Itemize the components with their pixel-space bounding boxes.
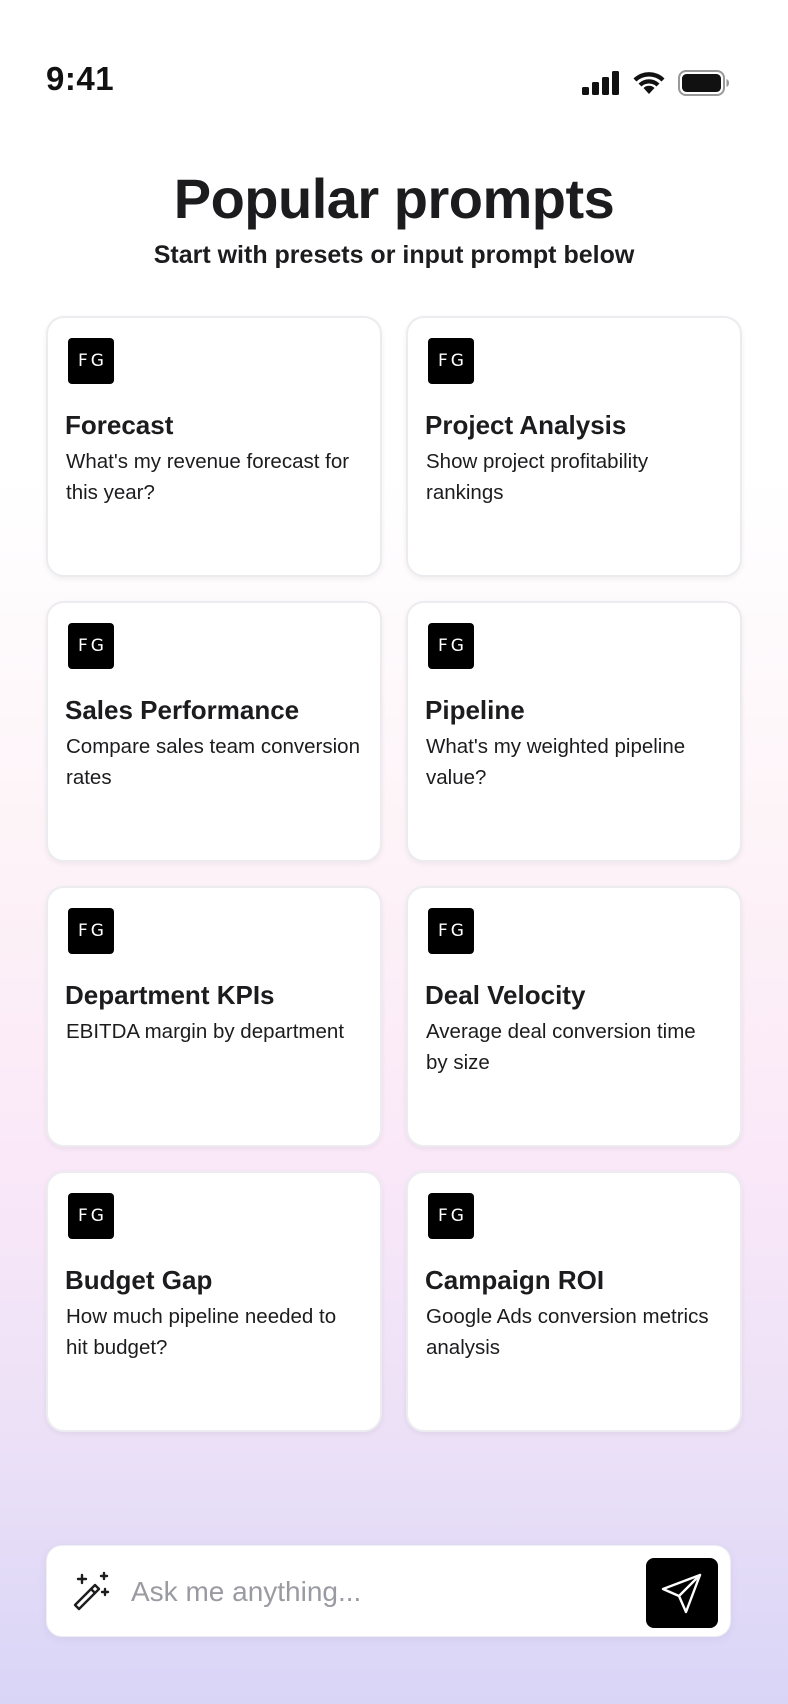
fg-logo-icon: FG [68,623,114,669]
prompt-grid: FG Forecast What's my revenue forecast f… [46,316,743,1432]
page-title: Popular prompts [173,167,615,230]
prompt-input[interactable] [131,1568,581,1616]
page-subtitle: Start with presets or input prompt below [153,241,635,269]
cellular-signal-icon [582,71,619,95]
prompt-title: Project Analysis [425,410,627,440]
fg-logo-icon: FG [428,1193,474,1239]
prompt-card-forecast[interactable]: FG Forecast What's my revenue forecast f… [46,316,382,577]
prompt-card-department-kpis[interactable]: FG Department KPIs EBITDA margin by depa… [46,886,382,1147]
header: Popular prompts Start with presets or in… [0,160,788,272]
prompt-title: Deal Velocity [425,980,586,1010]
fg-logo-icon: FG [68,338,114,384]
prompt-title: Forecast [65,410,174,440]
prompt-description: Show project profitability rankings [426,450,649,504]
send-button[interactable] [646,1558,718,1628]
fg-logo-icon: FG [68,908,114,954]
wifi-icon [633,72,665,94]
fg-logo-icon: FG [428,338,474,384]
prompt-card-sales-performance[interactable]: FG Sales Performance Compare sales team … [46,601,382,862]
prompt-description: Average deal conversion time by size [426,1020,696,1074]
prompt-title: Budget Gap [65,1265,213,1295]
prompt-input-bar [46,1545,731,1637]
send-icon [661,1573,702,1614]
prompt-title: Pipeline [425,695,525,725]
prompt-title: Campaign ROI [425,1265,605,1295]
prompt-title: Sales Performance [65,695,300,725]
prompt-description: What's my weighted pipeline value? [426,735,686,789]
prompt-description: How much pipeline needed to hit budget? [66,1305,337,1359]
status-time: 9:41 [46,60,115,97]
prompt-card-pipeline[interactable]: FG Pipeline What's my weighted pipeline … [406,601,742,862]
prompt-card-deal-velocity[interactable]: FG Deal Velocity Average deal conversion… [406,886,742,1147]
prompt-description: EBITDA margin by department [66,1020,345,1043]
prompt-card-campaign-roi[interactable]: FG Campaign ROI Google Ads conversion me… [406,1171,742,1432]
prompt-description: Compare sales team conversion rates [66,735,360,789]
magic-wand-icon[interactable] [71,1570,113,1612]
prompt-description: Google Ads conversion metrics analysis [426,1305,709,1359]
battery-icon [678,70,729,96]
prompt-description: What's my revenue forecast for this year… [66,450,350,504]
prompt-title: Department KPIs [65,980,275,1010]
fg-logo-icon: FG [428,908,474,954]
status-icons [582,70,730,96]
fg-logo-icon: FG [68,1193,114,1239]
fg-logo-icon: FG [428,623,474,669]
prompt-card-project-analysis[interactable]: FG Project Analysis Show project profita… [406,316,742,577]
prompt-card-budget-gap[interactable]: FG Budget Gap How much pipeline needed t… [46,1171,382,1432]
status-bar: 9:41 [0,0,788,120]
